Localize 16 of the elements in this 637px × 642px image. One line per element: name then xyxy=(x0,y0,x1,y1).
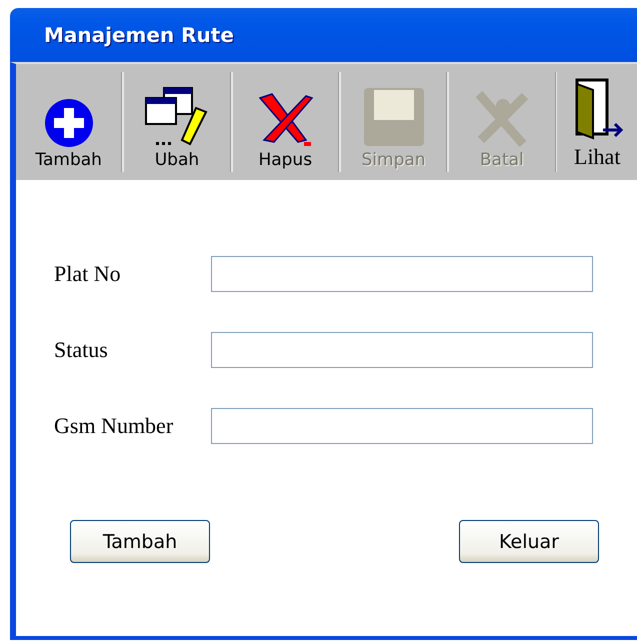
plus-circle-icon xyxy=(44,98,94,148)
field-label: Plat No xyxy=(54,261,122,287)
toolbar-button[interactable]: Hapus xyxy=(232,64,338,180)
field-label: Gsm Number xyxy=(54,413,174,439)
delete-x-icon xyxy=(256,92,314,148)
windows-pencil-icon xyxy=(144,86,210,148)
window-title: Manajemen Rute xyxy=(44,23,234,47)
input-field[interactable] xyxy=(211,408,593,444)
input-field[interactable] xyxy=(211,332,593,368)
form-button[interactable]: Tambah xyxy=(70,520,210,563)
input-field[interactable] xyxy=(211,256,593,292)
toolbar-button[interactable]: Lihat xyxy=(557,64,637,180)
toolbar-button[interactable]: Ubah xyxy=(124,64,230,180)
field-label: Status xyxy=(54,337,109,363)
form-button[interactable]: Keluar xyxy=(459,520,599,563)
toolbar-button[interactable]: Tambah xyxy=(16,64,122,180)
